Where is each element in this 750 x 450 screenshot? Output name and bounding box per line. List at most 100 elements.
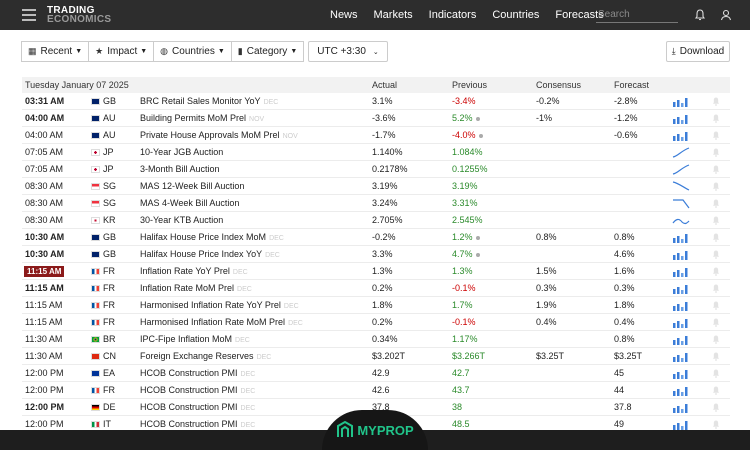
event-name-link[interactable]: MAS 4-Week Bill Auction bbox=[140, 195, 242, 212]
table-row[interactable]: 07:05 AM JP 10-Year JGB Auction 1.140% 1.084… bbox=[22, 144, 730, 161]
sparkline-icon[interactable] bbox=[672, 231, 690, 243]
table-row[interactable]: 11:30 AM CN Foreign Exchange Reserves DEC $3… bbox=[22, 348, 730, 365]
nav-markets[interactable]: Markets bbox=[374, 9, 413, 21]
alert-bell-icon[interactable] bbox=[712, 301, 720, 310]
alert-bell-icon[interactable] bbox=[712, 216, 720, 225]
table-row[interactable]: 11:15 AM FR Harmonised Inflation Rate YoY … bbox=[22, 297, 730, 314]
event-name-link[interactable]: 30-Year KTB Auction bbox=[140, 212, 226, 229]
event-name-link[interactable]: MAS 12-Week Bill Auction bbox=[140, 178, 247, 195]
event-name-link[interactable]: 3-Month Bill Auction bbox=[140, 161, 223, 178]
sparkline-icon[interactable] bbox=[672, 350, 690, 362]
alert-bell-icon[interactable] bbox=[712, 114, 720, 123]
actual-value: 0.2% bbox=[372, 283, 393, 293]
table-row[interactable]: 11:30 AM BR IPC-Fipe Inflation MoM DEC 0.34%… bbox=[22, 331, 730, 348]
nav-indicators[interactable]: Indicators bbox=[429, 9, 477, 21]
bell-icon[interactable] bbox=[693, 8, 707, 22]
alert-bell-icon[interactable] bbox=[712, 148, 720, 157]
alert-bell-icon[interactable] bbox=[712, 403, 720, 412]
alert-bell-icon[interactable] bbox=[712, 369, 720, 378]
event-name-link[interactable]: HCOB Construction PMI DEC bbox=[140, 382, 255, 399]
table-row[interactable]: 07:05 AM JP 3-Month Bill Auction 0.2178% 0.1… bbox=[22, 161, 730, 178]
table-row[interactable]: 11:15 AM FR Harmonised Inflation Rate MoM … bbox=[22, 314, 730, 331]
alert-bell-icon[interactable] bbox=[712, 199, 720, 208]
sparkline-icon[interactable] bbox=[672, 129, 690, 141]
sparkline-icon[interactable] bbox=[672, 282, 690, 294]
event-name-link[interactable]: Inflation Rate MoM Prel DEC bbox=[140, 280, 252, 297]
alert-bell-icon[interactable] bbox=[712, 233, 720, 242]
table-row[interactable]: 04:00 AM AU Private House Approvals MoM Pr… bbox=[22, 127, 730, 144]
alert-bell-icon[interactable] bbox=[712, 386, 720, 395]
timezone-select[interactable]: UTC +3:30 ⌄ bbox=[308, 41, 388, 62]
sparkline-icon[interactable] bbox=[672, 333, 690, 345]
event-name-link[interactable]: BRC Retail Sales Monitor YoY DEC bbox=[140, 93, 278, 110]
table-row[interactable]: 10:30 AM GB Halifax House Price Index MoM D… bbox=[22, 229, 730, 246]
sparkline-icon[interactable] bbox=[672, 112, 690, 124]
nav-news[interactable]: News bbox=[330, 9, 358, 21]
recent-filter-button[interactable]: ▦ Recent ▼ bbox=[21, 41, 90, 62]
search-input[interactable] bbox=[596, 7, 678, 23]
sparkline-icon[interactable] bbox=[672, 197, 690, 209]
impact-filter-button[interactable]: ★ Impact ▼ bbox=[88, 41, 155, 62]
alert-bell-icon[interactable] bbox=[712, 97, 720, 106]
event-name-link[interactable]: Private House Approvals MoM Prel NOV bbox=[140, 127, 298, 144]
menu-icon[interactable] bbox=[22, 9, 36, 21]
sparkline-icon[interactable] bbox=[672, 367, 690, 379]
sparkline-icon[interactable] bbox=[672, 316, 690, 328]
download-button[interactable]: ⤓ Download bbox=[666, 41, 730, 62]
event-name-link[interactable]: IPC-Fipe Inflation MoM DEC bbox=[140, 331, 250, 348]
alert-bell-icon[interactable] bbox=[712, 267, 720, 276]
table-row[interactable]: 11:15 AM FR Inflation Rate YoY Prel DEC 1.3%… bbox=[22, 263, 730, 280]
event-time: 12:00 PM bbox=[25, 385, 64, 395]
site-logo[interactable]: TRADING ECONOMICS bbox=[47, 6, 111, 25]
table-row[interactable]: 04:00 AM AU Building Permits MoM Prel NOV -3… bbox=[22, 110, 730, 127]
alert-bell-icon[interactable] bbox=[712, 165, 720, 174]
previous-header: Previous bbox=[452, 80, 488, 90]
alert-bell-icon[interactable] bbox=[712, 352, 720, 361]
sparkline-icon[interactable] bbox=[672, 95, 690, 107]
table-row[interactable]: 08:30 AM SG MAS 4-Week Bill Auction 3.24% 3.… bbox=[22, 195, 730, 212]
alert-bell-icon[interactable] bbox=[712, 284, 720, 293]
event-time: 04:00 AM bbox=[25, 130, 64, 140]
event-name-link[interactable]: Building Permits MoM Prel NOV bbox=[140, 110, 264, 127]
country-code: KR bbox=[103, 215, 116, 225]
sparkline-icon[interactable] bbox=[672, 214, 690, 226]
table-row[interactable]: 08:30 AM KR 30-Year KTB Auction 2.705% 2.545… bbox=[22, 212, 730, 229]
user-icon[interactable] bbox=[719, 8, 733, 22]
alert-bell-icon[interactable] bbox=[712, 335, 720, 344]
table-row[interactable]: 12:00 PM FR HCOB Construction PMI DEC 42.6 43… bbox=[22, 382, 730, 399]
alert-bell-icon[interactable] bbox=[712, 182, 720, 191]
sparkline-icon[interactable] bbox=[672, 146, 690, 158]
alert-bell-icon[interactable] bbox=[712, 420, 720, 429]
table-row[interactable]: 08:30 AM SG MAS 12-Week Bill Auction 3.19% 3… bbox=[22, 178, 730, 195]
previous-value-cell: 38 bbox=[452, 399, 462, 416]
event-name-link[interactable]: Halifax House Price Index MoM DEC bbox=[140, 229, 284, 246]
nav-countries[interactable]: Countries bbox=[492, 9, 539, 21]
alert-bell-icon[interactable] bbox=[712, 318, 720, 327]
event-name-link[interactable]: Harmonised Inflation Rate MoM Prel DEC bbox=[140, 314, 303, 331]
alert-bell-icon[interactable] bbox=[712, 131, 720, 140]
sparkline-icon[interactable] bbox=[672, 265, 690, 277]
table-row[interactable]: 10:30 AM GB Halifax House Price Index YoY D… bbox=[22, 246, 730, 263]
nav-links: News Markets Indicators Countries Foreca… bbox=[330, 0, 620, 30]
event-name-link[interactable]: HCOB Construction PMI DEC bbox=[140, 399, 255, 416]
table-row[interactable]: 12:00 PM EA HCOB Construction PMI DEC 42.9 42… bbox=[22, 365, 730, 382]
event-name-link[interactable]: Foreign Exchange Reserves DEC bbox=[140, 348, 271, 365]
sparkline-icon[interactable] bbox=[672, 401, 690, 413]
category-filter-button[interactable]: ▮ Category ▼ bbox=[230, 41, 305, 62]
sparkline-icon[interactable] bbox=[672, 418, 690, 430]
sparkline-icon[interactable] bbox=[672, 163, 690, 175]
event-name-link[interactable]: 10-Year JGB Auction bbox=[140, 144, 226, 161]
event-name-link[interactable]: Inflation Rate YoY Prel DEC bbox=[140, 263, 248, 280]
consensus-value: -0.2% bbox=[536, 96, 560, 106]
countries-filter-button[interactable]: ◍ Countries ▼ bbox=[153, 41, 232, 62]
sparkline-icon[interactable] bbox=[672, 384, 690, 396]
sparkline-icon[interactable] bbox=[672, 180, 690, 192]
table-row[interactable]: 03:31 AM GB BRC Retail Sales Monitor YoY DE… bbox=[22, 93, 730, 110]
event-name-link[interactable]: Harmonised Inflation Rate YoY Prel DEC bbox=[140, 297, 299, 314]
table-row[interactable]: 11:15 AM FR Inflation Rate MoM Prel DEC 0.2%… bbox=[22, 280, 730, 297]
alert-bell-icon[interactable] bbox=[712, 250, 720, 259]
sparkline-icon[interactable] bbox=[672, 299, 690, 311]
event-name-link[interactable]: Halifax House Price Index YoY DEC bbox=[140, 246, 280, 263]
event-name-link[interactable]: HCOB Construction PMI DEC bbox=[140, 365, 255, 382]
sparkline-icon[interactable] bbox=[672, 248, 690, 260]
